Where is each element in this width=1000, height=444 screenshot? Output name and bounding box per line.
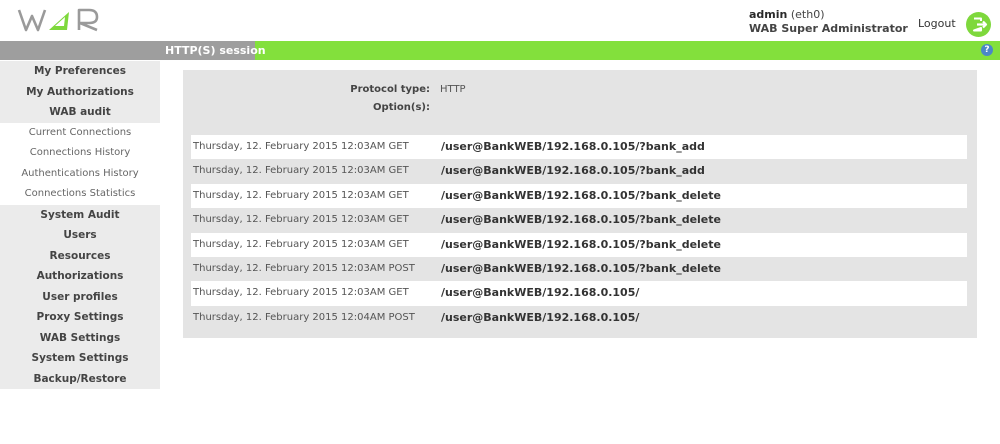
log-url: /user@BankWEB/192.168.0.105/?bank_add [441, 140, 705, 153]
log-row: Thursday, 12. February 2015 12:03AM GET /… [191, 281, 967, 306]
log-row: Thursday, 12. February 2015 12:03AM GET /… [191, 208, 967, 233]
log-row: Thursday, 12. February 2015 12:03AM GET /… [191, 183, 967, 209]
logout-icon[interactable] [966, 12, 991, 37]
protocol-type-value: HTTP [440, 84, 466, 95]
sidebar-item-users[interactable]: Users [0, 225, 160, 246]
log-row: Thursday, 12. February 2015 12:04AM POST… [191, 305, 967, 331]
sidebar-item-wab-audit[interactable]: WAB audit [0, 102, 160, 123]
logout-link[interactable]: Logout [918, 17, 956, 30]
user-role: WAB Super Administrator [749, 22, 908, 35]
log-timestamp: Thursday, 12. February 2015 12:04AM POST [193, 311, 415, 323]
sidebar-item-backup-restore[interactable]: Backup/Restore [0, 368, 160, 389]
log-row: Thursday, 12. February 2015 12:03AM GET /… [191, 159, 967, 184]
user-name: admin [749, 8, 788, 21]
sidebar-nav: My Preferences My Authorizations WAB audit… [0, 61, 160, 389]
log-timestamp: Thursday, 12. February 2015 12:03AM GET [193, 189, 409, 201]
log-timestamp: Thursday, 12. February 2015 12:03AM GET [193, 287, 409, 299]
session-panel: Protocol type: HTTP Option(s): Thursday,… [183, 70, 977, 338]
options-label: Option(s): [373, 102, 430, 113]
app-header: admin (eth0) WAB Super Administrator Log… [0, 0, 1000, 41]
log-url: /user@BankWEB/192.168.0.105/ [441, 286, 640, 300]
wab-logo [17, 8, 99, 32]
log-url: /user@BankWEB/192.168.0.105/?bank_add [441, 164, 705, 178]
title-bar: HTTP(S) session ? [0, 41, 1000, 60]
log-row: Thursday, 12. February 2015 12:03AM POST… [191, 256, 967, 282]
sidebar-item-current-connections[interactable]: Current Connections [0, 122, 160, 143]
request-log-table: Thursday, 12. February 2015 12:03AM GET /… [191, 135, 967, 331]
app-page: admin (eth0) WAB Super Administrator Log… [0, 0, 1000, 444]
page-title: HTTP(S) session [165, 44, 266, 57]
sidebar-item-my-preferences[interactable]: My Preferences [0, 61, 160, 82]
sidebar-item-authorizations[interactable]: Authorizations [0, 266, 160, 287]
sidebar-item-resources[interactable]: Resources [0, 245, 160, 266]
user-interface: (eth0) [790, 8, 825, 21]
sidebar-item-system-audit[interactable]: System Audit [0, 204, 160, 225]
log-url: /user@BankWEB/192.168.0.105/?bank_delete [441, 261, 721, 275]
protocol-type-label: Protocol type: [350, 84, 430, 95]
log-timestamp: Thursday, 12. February 2015 12:03AM GET [193, 141, 409, 152]
log-url: /user@BankWEB/192.168.0.105/?bank_delete [441, 188, 721, 202]
sidebar-item-my-authorizations[interactable]: My Authorizations [0, 81, 160, 102]
help-icon[interactable]: ? [981, 44, 993, 56]
sidebar-item-connections-statistics[interactable]: Connections Statistics [0, 184, 160, 205]
log-url: /user@BankWEB/192.168.0.105/?bank_delete [441, 213, 721, 227]
log-url: /user@BankWEB/192.168.0.105/ [441, 310, 640, 324]
log-timestamp: Thursday, 12. February 2015 12:03AM GET [193, 238, 409, 250]
sidebar-item-proxy-settings[interactable]: Proxy Settings [0, 307, 160, 328]
log-url: /user@BankWEB/192.168.0.105/?bank_delete [441, 237, 721, 251]
user-info: admin (eth0) WAB Super Administrator [749, 8, 908, 36]
sidebar-item-wab-settings[interactable]: WAB Settings [0, 327, 160, 348]
sidebar-item-user-profiles[interactable]: User profiles [0, 286, 160, 307]
log-timestamp: Thursday, 12. February 2015 12:03AM POST [193, 262, 415, 274]
log-row: Thursday, 12. February 2015 12:03AM GET /… [191, 135, 967, 160]
log-row: Thursday, 12. February 2015 12:03AM GET /… [191, 232, 967, 257]
sidebar-item-system-settings[interactable]: System Settings [0, 348, 160, 369]
log-timestamp: Thursday, 12. February 2015 12:03AM GET [193, 214, 409, 226]
sidebar-item-authentications-history[interactable]: Authentications History [0, 163, 160, 184]
log-timestamp: Thursday, 12. February 2015 12:03AM GET [193, 165, 409, 177]
sidebar-item-connections-history[interactable]: Connections History [0, 143, 160, 164]
